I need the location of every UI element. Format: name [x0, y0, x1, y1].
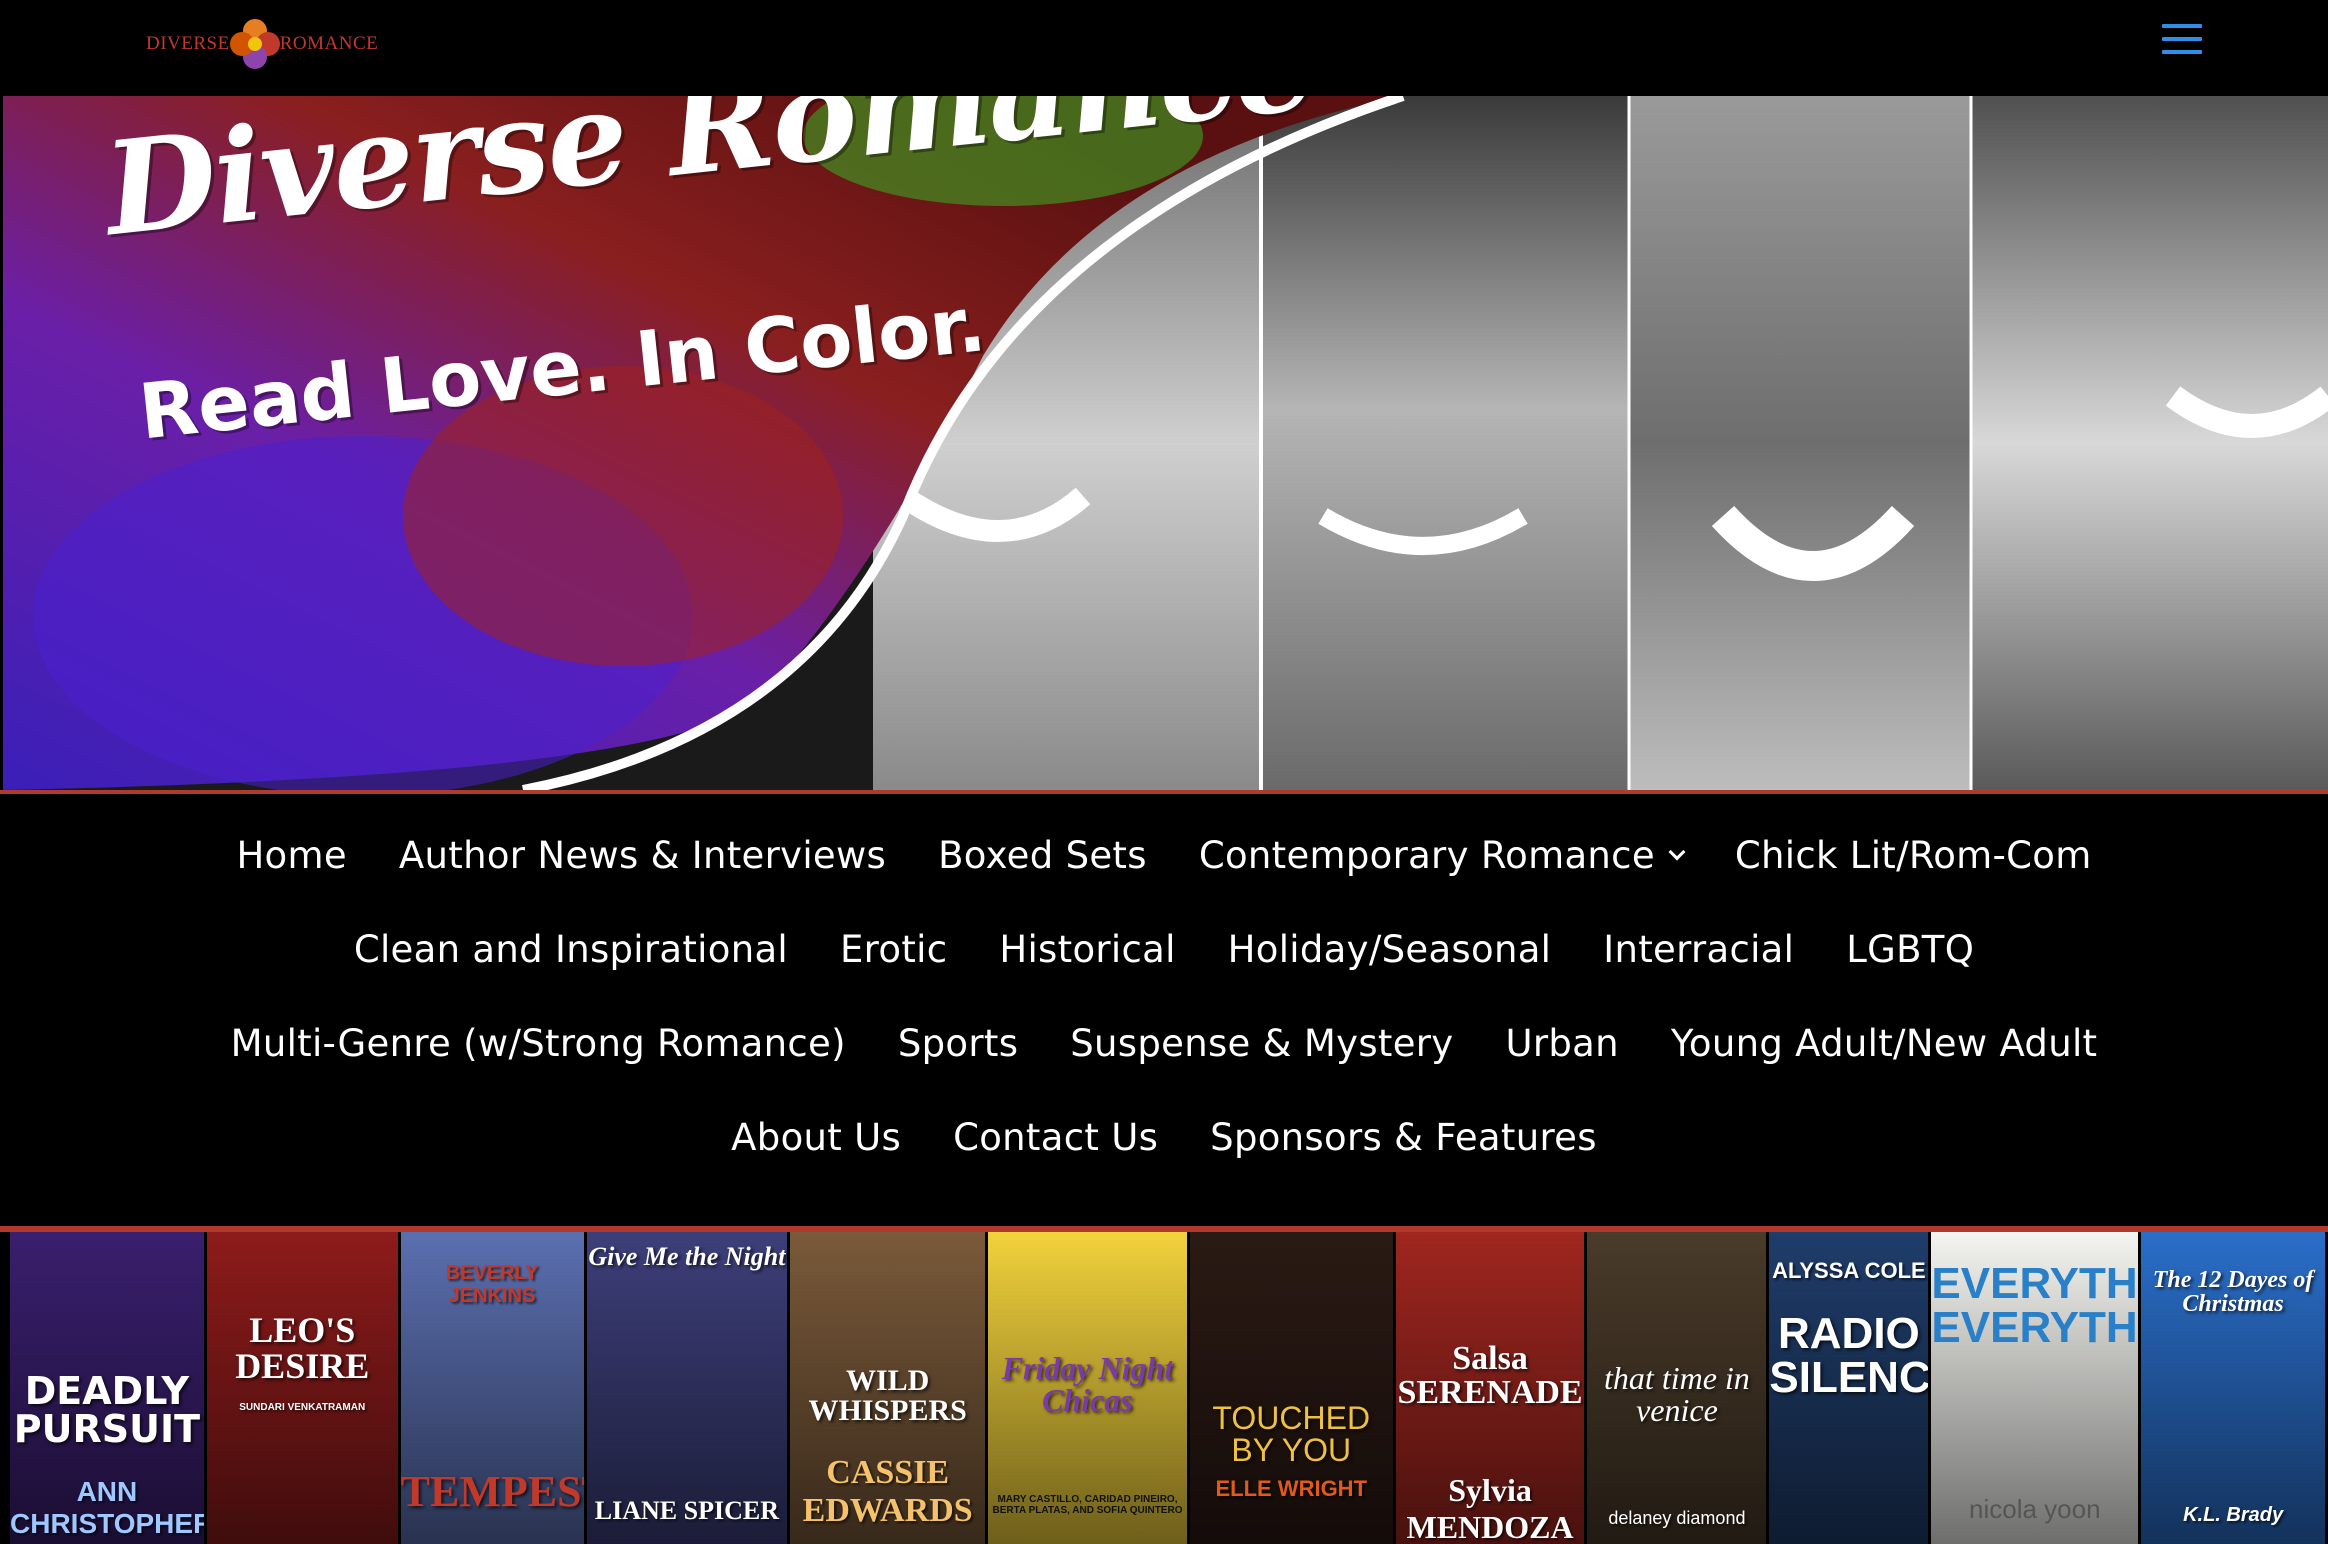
nav-item-label: Sports	[897, 1022, 1019, 1065]
book-title: RADIO SILENCE	[1769, 1309, 1929, 1402]
nav-item-author-news[interactable]: Author News & Interviews	[399, 834, 886, 877]
nav-item-label: Multi-Genre (w/Strong Romance)	[230, 1022, 846, 1065]
nav-item-historical[interactable]: Historical	[999, 928, 1175, 971]
book-author: BEVERLY JENKINS	[445, 1262, 539, 1307]
book-cover[interactable]: WILD WHISPERS CASSIE EDWARDS	[790, 1232, 986, 1544]
nav-item-label: Contemporary Romance	[1198, 834, 1655, 877]
nav-item-lgbtq[interactable]: LGBTQ	[1846, 928, 1974, 971]
nav-item-label: Contact Us	[953, 1116, 1159, 1159]
book-cover[interactable]: Salsa SERENADE Sylvia MENDOZA	[1395, 1232, 1585, 1544]
nav-item-sponsors-features[interactable]: Sponsors & Features	[1210, 1116, 1597, 1159]
nav-item-label: Author News & Interviews	[398, 834, 887, 877]
nav-row-4: About Us Contact Us Sponsors & Features	[0, 1116, 2328, 1159]
nav-item-label: About Us	[731, 1116, 902, 1159]
book-title: that time in venice	[1604, 1360, 1750, 1428]
nav-item-chick-lit[interactable]: Chick Lit/Rom-Com	[1735, 834, 2092, 877]
book-cover[interactable]: LEO'S DESIRE SUNDARI VENKATRAMAN	[206, 1232, 398, 1544]
nav-item-erotic[interactable]: Erotic	[840, 928, 947, 971]
book-title: LEO'S DESIRE	[235, 1310, 370, 1386]
nav-item-label: Young Adult/New Adult	[1670, 1022, 2098, 1065]
book-author: SUNDARI VENKATRAMAN	[239, 1402, 366, 1413]
book-cover[interactable]: DEADLY PURSUIT ANN CHRISTOPHER	[10, 1232, 204, 1544]
book-cover[interactable]: Friday Night Chicas MARY CASTILLO, CARID…	[988, 1232, 1187, 1544]
book-author: delaney diamond	[1608, 1508, 1746, 1528]
book-title: Give Me the Night	[588, 1242, 786, 1271]
book-author: ANN CHRISTOPHER	[10, 1476, 204, 1539]
book-title: TEMPEST	[400, 1467, 584, 1516]
nav-item-label: Interracial	[1603, 928, 1795, 971]
nav-item-suspense-mystery[interactable]: Suspense & Mystery	[1070, 1022, 1453, 1065]
book-cover[interactable]: Give Me the Night LIANE SPICER	[586, 1232, 788, 1544]
logo-text-right: ROMANCE	[279, 33, 379, 54]
nav-item-urban[interactable]: Urban	[1505, 1022, 1618, 1065]
nav-item-clean-inspirational[interactable]: Clean and Inspirational	[354, 928, 788, 971]
site-logo[interactable]: DIVERSE ROMANCE	[146, 12, 378, 76]
nav-item-label: Historical	[999, 928, 1176, 971]
book-cover[interactable]: The 12 Dayes of Christmas K.L. Brady	[2141, 1232, 2326, 1544]
nav-item-label: Chick Lit/Rom-Com	[1734, 834, 2092, 877]
book-cover[interactable]: EVERYTHING, EVERYTHING nicola yoon	[1931, 1232, 2139, 1544]
book-author: ALYSSA COLE	[1772, 1258, 1926, 1283]
book-author: K.L. Brady	[2183, 1504, 2284, 1526]
book-cover[interactable]: TOUCHED BY YOU ELLE WRIGHT	[1189, 1232, 1393, 1544]
nav-item-label: Sponsors & Features	[1210, 1116, 1597, 1159]
book-title: DEADLY PURSUIT	[13, 1369, 201, 1451]
hamburger-menu-icon[interactable]	[2162, 24, 2202, 56]
nav-item-label: Home	[236, 834, 347, 877]
book-title: EVERYTHING, EVERYTHING	[1931, 1259, 2138, 1352]
book-title: TOUCHED BY YOU	[1212, 1400, 1371, 1468]
nav-row-3: Multi-Genre (w/Strong Romance) Sports Su…	[0, 1022, 2328, 1065]
nav-item-label: Holiday/Seasonal	[1227, 928, 1552, 971]
book-cover-strip: DEADLY PURSUIT ANN CHRISTOPHER LEO'S DES…	[10, 1232, 2328, 1544]
nav-item-label: LGBTQ	[1846, 928, 1975, 971]
nav-item-about-us[interactable]: About Us	[731, 1116, 901, 1159]
book-title: WILD WHISPERS	[808, 1364, 967, 1427]
nav-item-young-adult[interactable]: Young Adult/New Adult	[1671, 1022, 2097, 1065]
nav-item-multi-genre[interactable]: Multi-Genre (w/Strong Romance)	[231, 1022, 846, 1065]
book-author: ELLE WRIGHT	[1215, 1476, 1368, 1501]
nav-item-contact-us[interactable]: Contact Us	[953, 1116, 1158, 1159]
book-title: Salsa SERENADE	[1397, 1340, 1583, 1411]
main-navigation: Home Author News & Interviews Boxed Sets…	[0, 794, 2328, 1226]
chevron-down-icon	[1668, 843, 1686, 860]
book-author: CASSIE EDWARDS	[802, 1454, 973, 1529]
book-author: LIANE SPICER	[594, 1496, 779, 1525]
book-title: Friday Night Chicas	[1001, 1350, 1174, 1418]
nav-row-1: Home Author News & Interviews Boxed Sets…	[0, 834, 2328, 877]
nav-item-label: Boxed Sets	[938, 834, 1147, 877]
nav-item-contemporary-romance[interactable]: Contemporary Romance	[1198, 834, 1686, 877]
nav-item-interracial[interactable]: Interracial	[1603, 928, 1794, 971]
nav-item-sports[interactable]: Sports	[898, 1022, 1018, 1065]
book-cover[interactable]: ALYSSA COLE RADIO SILENCE	[1769, 1232, 1929, 1544]
nav-row-2: Clean and Inspirational Erotic Historica…	[0, 928, 2328, 971]
nav-item-label: Urban	[1505, 1022, 1619, 1065]
logo-flower-icon	[229, 19, 280, 69]
book-title: The 12 Dayes of Christmas	[2152, 1267, 2314, 1317]
hero-banner: Diverse Romance Read Love. In Color.	[3, 96, 2328, 790]
book-cover[interactable]: BEVERLY JENKINS TEMPEST	[400, 1232, 584, 1544]
logo-text-left: DIVERSE	[146, 33, 230, 54]
nav-item-holiday-seasonal[interactable]: Holiday/Seasonal	[1228, 928, 1552, 971]
site-header: DIVERSE ROMANCE	[0, 0, 2328, 96]
book-author: MARY CASTILLO, CARIDAD PINEIRO, BERTA PL…	[992, 1494, 1183, 1516]
book-author: nicola yoon	[1969, 1494, 2101, 1524]
nav-item-label: Clean and Inspirational	[353, 928, 788, 971]
nav-item-label: Suspense & Mystery	[1070, 1022, 1454, 1065]
book-author: Sylvia MENDOZA	[1406, 1472, 1574, 1544]
nav-item-boxed-sets[interactable]: Boxed Sets	[938, 834, 1147, 877]
nav-item-label: Erotic	[840, 928, 948, 971]
nav-item-home[interactable]: Home	[236, 834, 346, 877]
book-cover[interactable]: that time in venice delaney diamond	[1587, 1232, 1767, 1544]
